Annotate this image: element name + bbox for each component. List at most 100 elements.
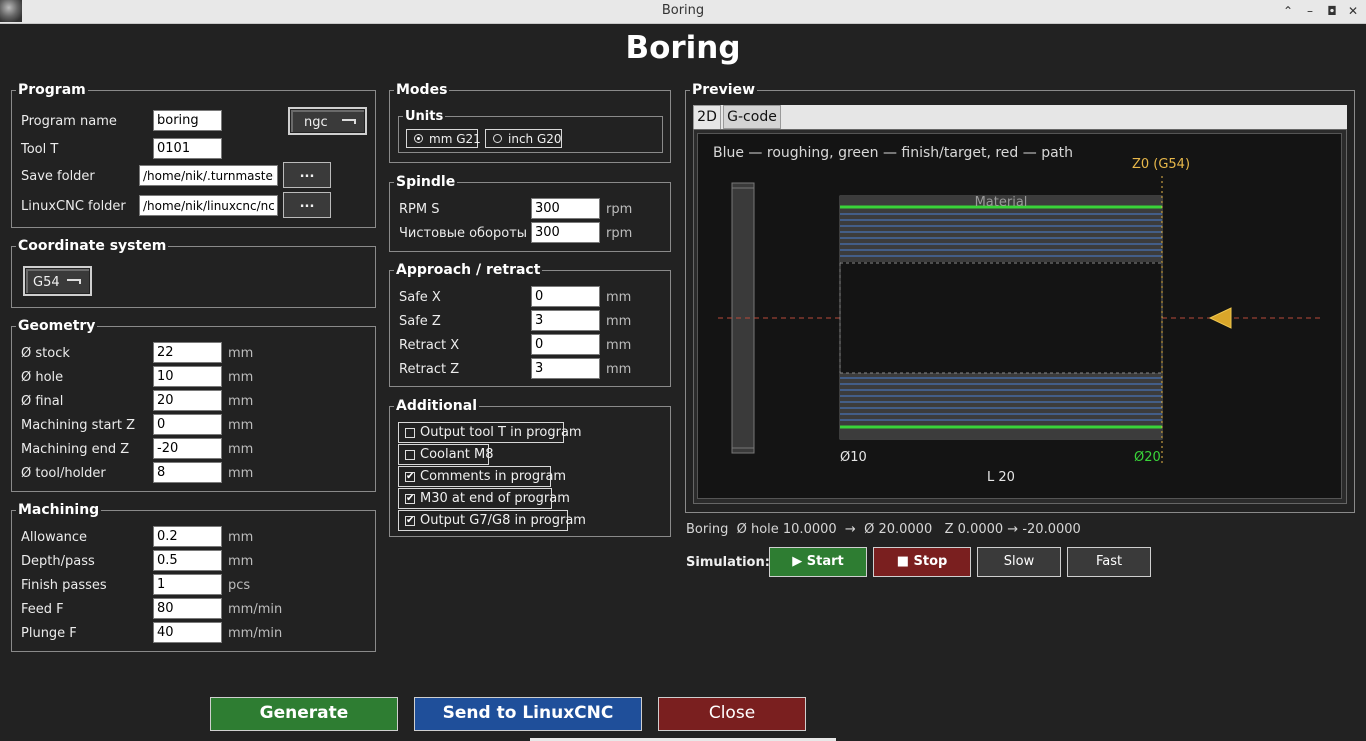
tool-marker-icon [1208, 307, 1232, 329]
summary-op: Boring [686, 522, 729, 537]
g7g8-checkbox[interactable]: ✔ Output G7/G8 in program [398, 510, 586, 531]
preview-canvas: Blue — roughing, green — finish/target, … [697, 133, 1342, 499]
safe-z-label: Safe Z [399, 314, 441, 329]
hole-diameter-input[interactable] [153, 366, 222, 387]
minimize-icon[interactable]: – [1302, 2, 1318, 20]
dropdown-arrow-icon [342, 119, 356, 124]
units-legend: Units [405, 109, 444, 124]
start-z-unit: mm [228, 418, 254, 433]
units-inch-radio[interactable]: inch G20 [485, 129, 562, 148]
generate-button[interactable]: Generate [210, 697, 398, 731]
plunge-label: Plunge F [21, 626, 77, 641]
stock-diameter-input[interactable] [153, 342, 222, 363]
spindle-legend: Spindle [396, 174, 456, 190]
coolant-label: Coolant M8 [420, 447, 494, 462]
sim-start-button[interactable]: ▶ Start [769, 547, 867, 577]
retract-z-input[interactable] [531, 358, 600, 379]
safe-x-input[interactable] [531, 286, 600, 307]
restore-icon[interactable]: ◘ [1324, 2, 1340, 20]
machining-legend: Machining [18, 502, 100, 518]
safe-x-label: Safe X [399, 290, 441, 305]
checkmark-icon: ✔ [405, 493, 415, 504]
program-name-label: Program name [21, 114, 117, 129]
checkmark-icon: ✔ [405, 515, 415, 526]
material-bottom-band [840, 373, 1162, 439]
program-legend: Program [18, 82, 86, 98]
safe-z-input[interactable] [531, 310, 600, 331]
geometry-legend: Geometry [18, 318, 96, 334]
output-tool-checkbox[interactable]: Output tool T in program [398, 422, 582, 443]
final-diameter-dim: Ø20 [1134, 450, 1161, 465]
final-diameter-input[interactable] [153, 390, 222, 411]
plunge-unit: mm/min [228, 626, 283, 641]
preview-legend: Preview [692, 82, 756, 98]
tool-input[interactable] [153, 138, 222, 159]
final-diameter-unit: mm [228, 394, 254, 409]
close-button[interactable]: Close [658, 697, 806, 731]
end-z-label: Machining end Z [21, 442, 130, 457]
hole-diameter-unit: mm [228, 370, 254, 385]
linuxcnc-folder-browse-button[interactable]: ... [283, 192, 331, 218]
summary-final: Ø 20.0000 [864, 522, 933, 537]
tool-label: Tool T [21, 142, 59, 157]
units-inch-label: inch G20 [508, 132, 562, 146]
sim-slow-button[interactable]: Slow [977, 547, 1061, 577]
sim-fast-button[interactable]: Fast [1067, 547, 1151, 577]
close-window-icon[interactable]: ✕ [1345, 2, 1361, 20]
coolant-checkbox[interactable]: Coolant M8 [398, 444, 494, 465]
plunge-input[interactable] [153, 622, 222, 643]
rpm-unit: rpm [606, 202, 633, 217]
checkmark-icon: ✔ [405, 471, 415, 482]
safe-z-unit: mm [606, 314, 632, 329]
save-folder-browse-button[interactable]: ... [283, 162, 331, 188]
page-title: Boring [625, 30, 741, 66]
simulation-label: Simulation: [686, 555, 770, 570]
checkbox-unchecked-icon [405, 450, 415, 460]
comments-checkbox[interactable]: ✔ Comments in program [398, 466, 566, 487]
maximize-up-icon[interactable]: ⌃ [1280, 2, 1296, 20]
preview-drawing: Blue — roughing, green — finish/target, … [713, 145, 1323, 485]
summary-line: Boring Ø hole 10.0000 → Ø 20.0000 Z 0.00… [686, 522, 1081, 537]
depth-pass-input[interactable] [153, 550, 222, 571]
z0-label: Z0 (G54) [1132, 157, 1190, 172]
format-select-value: ngc [304, 115, 328, 130]
format-select[interactable]: ngc [288, 107, 367, 135]
tab-2d[interactable]: 2D [693, 105, 721, 129]
m30-checkbox[interactable]: ✔ M30 at end of program [398, 488, 570, 509]
finish-passes-input[interactable] [153, 574, 222, 595]
units-mm-radio[interactable]: mm G21 [406, 129, 481, 148]
send-to-linuxcnc-button[interactable]: Send to LinuxCNC [414, 697, 642, 731]
retract-z-label: Retract Z [399, 362, 460, 377]
retract-z-unit: mm [606, 362, 632, 377]
coordinate-system-legend: Coordinate system [18, 238, 167, 254]
finish-rpm-input[interactable] [531, 222, 600, 243]
checkbox-unchecked-icon [405, 428, 415, 438]
preview-caption: Blue — roughing, green — finish/target, … [713, 145, 1073, 161]
feed-input[interactable] [153, 598, 222, 619]
allowance-input[interactable] [153, 526, 222, 547]
modes-legend: Modes [396, 82, 448, 98]
tool-holder-input[interactable] [153, 462, 222, 483]
finish-passes-label: Finish passes [21, 578, 107, 593]
length-dim: L 20 [987, 470, 1015, 485]
retract-x-input[interactable] [531, 334, 600, 355]
start-z-label: Machining start Z [21, 418, 135, 433]
start-z-input[interactable] [153, 414, 222, 435]
feed-label: Feed F [21, 602, 64, 617]
stock-diameter-label: Ø stock [21, 346, 70, 361]
sim-stop-button[interactable]: ■ Stop [873, 547, 971, 577]
coordinate-system-select[interactable]: G54 [23, 266, 92, 296]
tool-holder-label: Ø tool/holder [21, 466, 106, 481]
comments-label: Comments in program [420, 469, 567, 484]
linuxcnc-folder-input[interactable] [139, 195, 278, 216]
preview-tab-bar [693, 105, 1347, 129]
finish-rpm-label: Чистовые обороты S [399, 226, 540, 241]
tab-gcode[interactable]: G-code [723, 105, 781, 129]
save-folder-input[interactable] [139, 165, 278, 186]
final-diameter-label: Ø final [21, 394, 64, 409]
rpm-input[interactable] [531, 198, 600, 219]
hole-diameter-label: Ø hole [21, 370, 64, 385]
units-mm-label: mm G21 [429, 132, 481, 146]
program-name-input[interactable] [153, 110, 222, 131]
end-z-input[interactable] [153, 438, 222, 459]
